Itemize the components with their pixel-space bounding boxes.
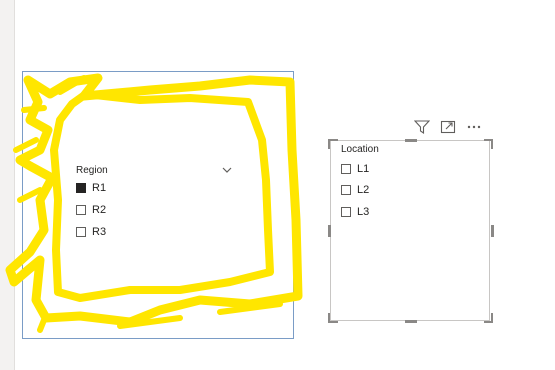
region-item-r1[interactable]: R1: [76, 181, 106, 195]
report-canvas: Region R1 R2 R3 Location L1 L2 L3: [0, 0, 555, 370]
filter-icon[interactable]: [414, 120, 430, 134]
checkbox-r1[interactable]: [76, 183, 86, 193]
region-slicer-title: Region: [76, 165, 108, 176]
resize-handles[interactable]: [325, 135, 497, 327]
chevron-down-icon[interactable]: [221, 164, 233, 176]
checkbox-r3[interactable]: [76, 227, 86, 237]
left-pane-edge: [0, 0, 15, 370]
more-options-icon[interactable]: [466, 120, 482, 134]
region-item-label: R2: [92, 204, 107, 216]
region-item-r2[interactable]: R2: [76, 203, 106, 217]
focus-mode-icon[interactable]: [440, 120, 456, 134]
region-item-label: R1: [92, 182, 107, 194]
region-item-r3[interactable]: R3: [76, 225, 106, 239]
region-slicer[interactable]: Region R1 R2 R3: [22, 71, 294, 339]
region-item-label: R3: [92, 226, 107, 238]
checkbox-r2[interactable]: [76, 205, 86, 215]
visual-header: [414, 120, 482, 134]
